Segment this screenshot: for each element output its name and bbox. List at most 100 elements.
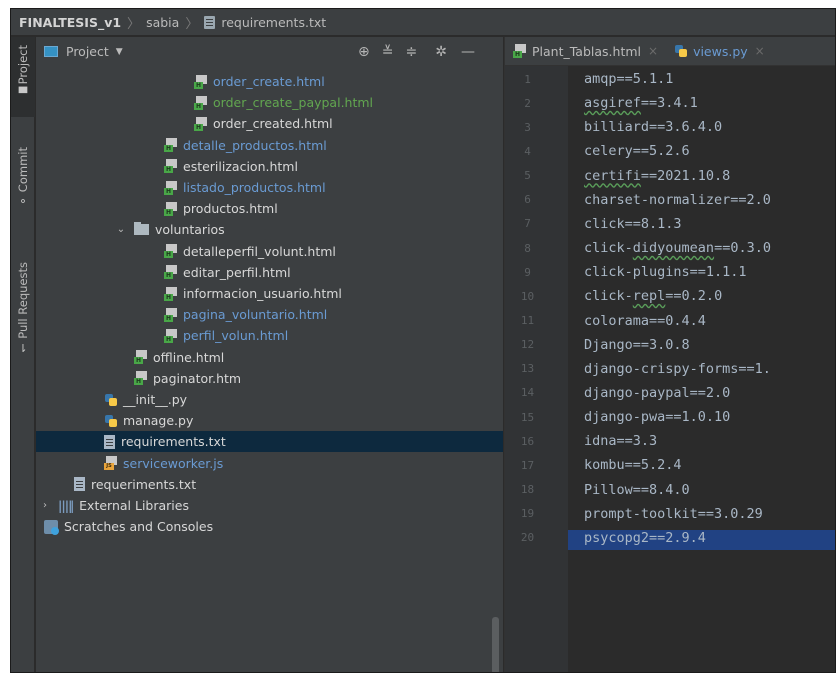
code-line[interactable]: 18 Pillow==8.4.0 (505, 478, 835, 502)
tree-item[interactable]: offline.html (36, 347, 503, 368)
locate-file-icon[interactable]: ⊕ (358, 44, 370, 60)
line-number: 8 (524, 241, 531, 255)
code-text: celery==5.2.6 (584, 143, 690, 160)
code-line[interactable]: 7 click==8.1.3 (505, 212, 835, 236)
tree-item[interactable]: order_create.html (36, 71, 503, 92)
project-tool-button[interactable]: Project ▀ (11, 37, 35, 117)
tab-views-py[interactable]: views.py × (666, 37, 773, 66)
commit-tool-button[interactable]: Commit ⚬ (11, 147, 35, 232)
code-line[interactable]: 6 charset-normalizer==2.0 (505, 188, 835, 212)
code-text: django-crispy-forms==1. (584, 360, 771, 377)
project-view-selector[interactable]: Project (66, 44, 109, 59)
code-line[interactable]: 5 certifi==2021.10.8 (505, 164, 835, 188)
tree-item[interactable]: order_created.html (36, 113, 503, 134)
close-icon[interactable]: × (648, 44, 658, 58)
tree-item-label: requeriments.txt (91, 476, 197, 492)
pull-requests-tool-button[interactable]: Pull Requests ⇂ (11, 262, 35, 372)
tree-item[interactable]: esterilizacion.html (36, 156, 503, 177)
tree-item[interactable]: perfil_volun.html (36, 325, 503, 346)
code-line[interactable]: 9 click-plugins==1.1.1 (505, 260, 835, 284)
line-number: 11 (520, 314, 535, 327)
collapse-all-icon[interactable]: ≑ (405, 44, 417, 60)
chevron-right-icon[interactable]: › (40, 500, 50, 511)
html-file-icon (164, 138, 178, 153)
tree-item[interactable]: requeriments.txt (36, 474, 503, 495)
code-line[interactable]: 16 idna==3.3 (505, 429, 835, 453)
tree-item[interactable]: requirements.txt (36, 431, 503, 453)
tree-item-label: detalle_productos.html (183, 137, 327, 153)
tree-item[interactable]: serviceworker.js (36, 453, 503, 474)
code-text: Django==3.0.8 (584, 336, 690, 353)
tree-item-label: order_created.html (213, 116, 333, 132)
tree-item[interactable]: manage.py (36, 410, 503, 431)
code-line[interactable]: 15 django-pwa==1.0.10 (505, 405, 835, 429)
code-line[interactable]: 4 celery==5.2.6 (505, 139, 835, 163)
code-line[interactable]: 11 colorama==0.4.4 (505, 309, 835, 333)
line-number: 18 (520, 483, 535, 497)
code-line[interactable]: 19 prompt-toolkit==3.0.29 (505, 502, 835, 526)
tree-item[interactable]: informacion_usuario.html (36, 283, 503, 304)
tree-item[interactable]: detalleperfil_volunt.html (36, 241, 503, 262)
project-scrollbar[interactable] (492, 617, 499, 672)
tree-item[interactable]: pagina_voluntario.html (36, 304, 503, 325)
code-line[interactable]: 1 amqp==5.1.1 (505, 67, 835, 91)
code-line[interactable]: 13 django-crispy-forms==1. (505, 357, 835, 381)
tree-item[interactable]: Scratches and Consoles (36, 516, 503, 537)
editor: Plant_Tablas.html × views.py × 1 amqp==5.… (504, 37, 835, 672)
breadcrumb-project[interactable]: FINALTESIS_v1 (19, 15, 121, 30)
chevron-down-icon[interactable]: ⌄ (116, 224, 126, 235)
tree-item-label: informacion_usuario.html (183, 286, 342, 301)
close-icon[interactable]: × (755, 44, 765, 58)
code-line[interactable]: 8 click-didyoumean==0.3.0 (505, 236, 835, 260)
tree-item[interactable]: editar_perfil.html (36, 262, 503, 283)
code-text: asgiref==3.4.1 (584, 95, 698, 112)
line-number: 17 (520, 458, 535, 472)
python-file-icon (104, 414, 118, 428)
hide-panel-icon[interactable]: — (461, 44, 475, 60)
code-text: Pillow==8.4.0 (584, 481, 690, 498)
tree-item[interactable]: order_create_paypal.html (36, 92, 503, 113)
tree-item[interactable]: productos.html (36, 198, 503, 219)
editor-tabs: Plant_Tablas.html × views.py × (505, 37, 835, 66)
breadcrumb-folder[interactable]: sabia (146, 15, 179, 30)
tree-item-label: serviceworker.js (123, 455, 224, 471)
code-line[interactable]: 17 kombu==5.2.4 (505, 453, 835, 477)
code-line[interactable]: 3 billiard==3.6.4.0 (505, 115, 835, 139)
html-file-icon (513, 44, 527, 58)
tree-item[interactable]: ⌄ voluntarios (36, 219, 503, 240)
tree-item[interactable]: __init__.py (36, 389, 503, 410)
code-line[interactable]: 20 psycopg2==2.9.4 (505, 526, 835, 550)
tree-item[interactable]: listado_productos.html (36, 177, 503, 198)
breadcrumb: FINALTESIS_v1 〉 sabia 〉 requirements.txt (11, 9, 835, 36)
javascript-file-icon (104, 456, 118, 471)
tree-item-label: perfil_volun.html (183, 328, 289, 344)
expand-all-icon[interactable]: ≚ (382, 44, 394, 60)
code-line[interactable]: 2 asgiref==3.4.1 (505, 91, 835, 115)
gear-icon[interactable]: ✲ (435, 44, 447, 60)
left-tool-strip: Project ▀ Commit ⚬ Pull Requests ⇂ (11, 37, 35, 672)
line-number: 6 (524, 193, 531, 207)
html-file-icon (164, 201, 178, 216)
code-line[interactable]: 14 django-paypal==2.0 (505, 381, 835, 405)
tree-item[interactable]: › |||‖ External Libraries (36, 495, 503, 516)
folder-icon: ▀ (18, 87, 28, 101)
tab-plant-tablas[interactable]: Plant_Tablas.html × (505, 37, 666, 66)
tree-item[interactable]: paginator.htm (36, 368, 503, 389)
line-number: 4 (524, 144, 531, 158)
html-file-icon (164, 286, 178, 301)
line-number: 13 (520, 362, 535, 376)
line-number: 10 (520, 289, 535, 303)
code-line[interactable]: 12 Django==3.0.8 (505, 333, 835, 357)
code-text: psycopg2==2.9.4 (584, 529, 706, 546)
chevron-down-icon[interactable]: ▼ (116, 47, 123, 57)
commit-icon: ⚬ (18, 195, 28, 209)
tree-item[interactable]: detalle_productos.html (36, 135, 503, 156)
line-number: 7 (524, 217, 531, 231)
scratch-icon (44, 519, 59, 535)
code-line[interactable]: 10 click-repl==0.2.0 (505, 284, 835, 308)
line-number: 9 (524, 265, 531, 279)
breadcrumb-file[interactable]: requirements.txt (221, 15, 326, 30)
spelling-underline: asgiref (584, 95, 641, 112)
python-file-icon (104, 393, 118, 407)
code-text: click-repl==0.2.0 (584, 288, 723, 305)
